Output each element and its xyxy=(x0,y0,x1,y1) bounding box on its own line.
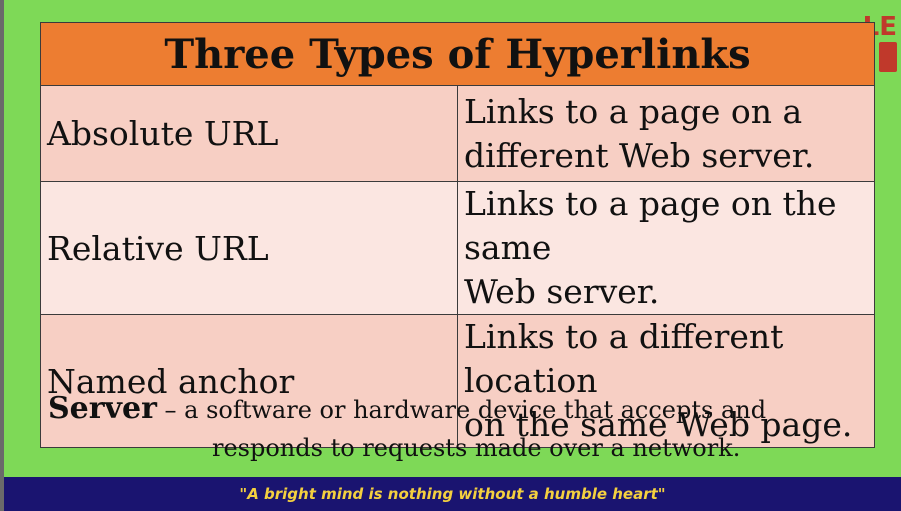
description-line: Web server. xyxy=(464,272,660,311)
description-line: Links to a different location xyxy=(464,317,784,400)
table-row: Relative URL Links to a page on the same… xyxy=(40,181,875,315)
definition-text-continued: responds to requests made over a network… xyxy=(212,434,741,462)
hyperlink-types-table: Three Types of Hyperlinks Absolute URL L… xyxy=(40,22,875,448)
description-line: Links to a page on a xyxy=(464,91,803,131)
server-definition: Server – a software or hardware device t… xyxy=(48,390,878,467)
term-cell: Relative URL xyxy=(40,181,458,315)
description-line: Links to a page on the same xyxy=(464,184,837,267)
footer-banner: "A bright mind is nothing without a humb… xyxy=(4,477,901,511)
description-cell: Links to a page on a different Web serve… xyxy=(457,85,875,182)
definition-term: Server xyxy=(48,391,157,426)
table-title: Three Types of Hyperlinks xyxy=(40,22,875,86)
term-cell: Absolute URL xyxy=(40,85,458,182)
table-row: Absolute URL Links to a page on a differ… xyxy=(40,85,875,182)
description-cell: Links to a page on the same Web server. xyxy=(457,181,875,315)
description-line: different Web server. xyxy=(464,135,815,175)
footer-quote: "A bright mind is nothing without a humb… xyxy=(239,485,666,503)
definition-text: – a software or hardware device that acc… xyxy=(156,396,767,424)
logo-mark-icon xyxy=(879,42,897,72)
slide: LE Three Types of Hyperlinks Absolute UR… xyxy=(0,0,901,511)
